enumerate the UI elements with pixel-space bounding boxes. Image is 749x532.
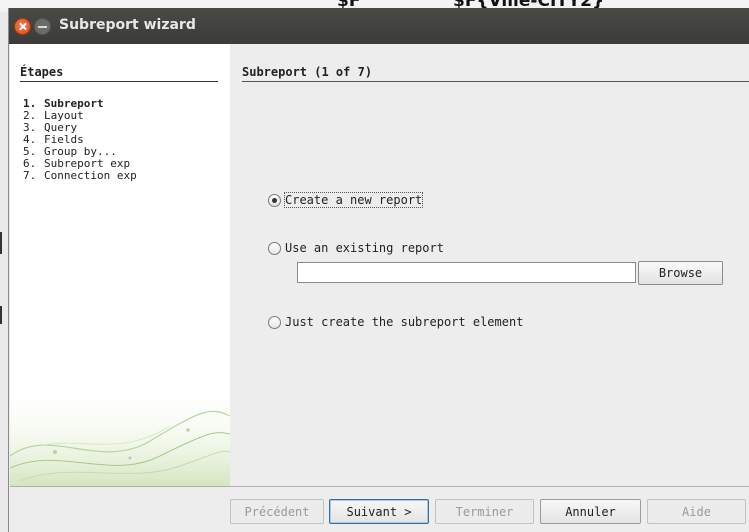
background-edge [0, 12, 8, 532]
page-title: Subreport (1 of 7) [242, 65, 749, 82]
step-connection-exp: 7. Connection exp [23, 169, 137, 182]
radio-label: Use an existing report [285, 241, 444, 255]
radio-use-existing[interactable] [268, 241, 281, 255]
subreport-wizard-dialog: Subreport wizard Étapes 1. Subreport 2. La… [8, 8, 749, 532]
radio-just-element[interactable] [268, 315, 281, 329]
existing-report-path-input[interactable] [297, 262, 636, 283]
radio-label: Just create the subreport element [285, 315, 524, 329]
title-bar[interactable]: Subreport wizard [9, 8, 749, 44]
cancel-button[interactable]: Annuler [540, 499, 641, 524]
steps-list: 1. Subreport 2. Layout 3. Query 4. Fields 5.… [23, 98, 137, 182]
just-create-element-option[interactable]: Just create the subreport element [268, 315, 523, 329]
steps-panel: Étapes 1. Subreport 2. Layout 3. Query 4. Fi… [10, 44, 230, 486]
next-button[interactable]: Suivant > [329, 499, 429, 524]
window-title: Subreport wizard [59, 17, 196, 33]
step-layout: 2. Layout [23, 109, 84, 122]
create-new-report-option[interactable]: Create a new report [268, 192, 424, 208]
decorative-swirl-image [10, 386, 230, 486]
previous-button[interactable]: Précédent [230, 499, 324, 524]
steps-heading: Étapes [20, 65, 218, 82]
button-bar-separator [10, 486, 749, 487]
radio-label: Create a new report [283, 192, 424, 208]
radio-create-new[interactable] [268, 193, 281, 207]
minimize-icon[interactable] [34, 18, 51, 35]
close-icon[interactable] [14, 18, 31, 35]
help-button[interactable]: Aide [647, 499, 746, 524]
browse-button[interactable]: Browse [638, 261, 723, 285]
finish-button[interactable]: Terminer [435, 499, 534, 524]
use-existing-report-option[interactable]: Use an existing report [268, 241, 444, 255]
